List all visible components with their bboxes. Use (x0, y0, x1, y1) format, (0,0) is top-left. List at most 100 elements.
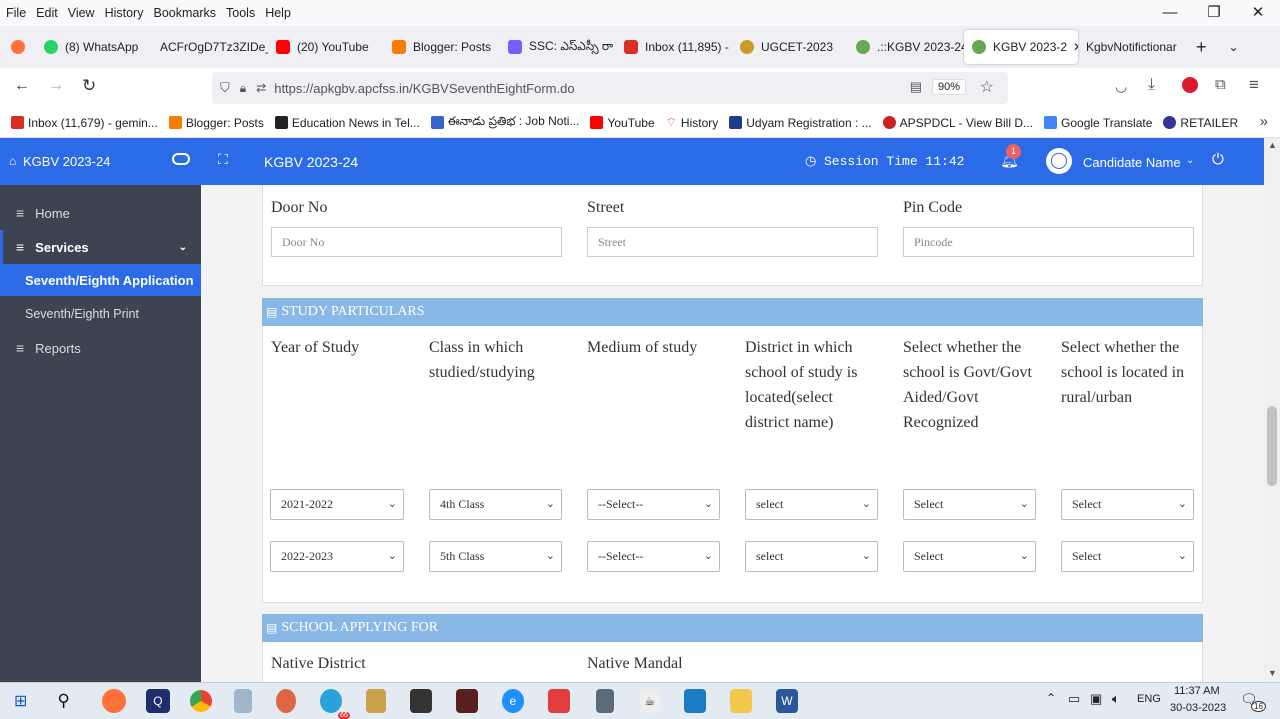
user-name[interactable]: Candidate Name (1083, 155, 1181, 170)
clock-date[interactable]: 30-03-2023 (1170, 702, 1226, 714)
district-select-row1[interactable]: select ⌄ (745, 489, 878, 520)
ie-icon[interactable]: e (501, 689, 524, 713)
chevron-up-icon[interactable]: ⌃ (1046, 691, 1056, 705)
district-select-row2[interactable]: select ⌄ (745, 541, 878, 572)
scrollbar-thumb[interactable] (1267, 406, 1277, 486)
school-type-select-row2[interactable]: Select ⌄ (903, 541, 1036, 572)
rural-urban-select-row1[interactable]: Select ⌄ (1061, 489, 1194, 520)
zoom-level[interactable]: 90% (931, 79, 966, 95)
tab-kgbv-1[interactable]: .::KGBV 2023-24 (848, 30, 964, 64)
brush-icon[interactable] (365, 689, 386, 713)
pincode-input[interactable]: Pincode (903, 227, 1194, 257)
opera-icon[interactable] (1182, 77, 1198, 93)
tab-blogger[interactable]: Blogger: Posts (384, 30, 500, 64)
bookmark-retailer[interactable]: RETAILER (1163, 116, 1238, 130)
sidebar-item-seventh-print[interactable]: Seventh/Eighth Print (0, 297, 201, 331)
street-input[interactable]: Street (587, 227, 878, 257)
app-taskbar-icon[interactable]: Q (145, 689, 170, 713)
back-icon[interactable]: ← (14, 77, 30, 95)
menu-view[interactable]: View (68, 6, 95, 20)
chrome-icon[interactable] (189, 690, 212, 712)
menu-edit[interactable]: Edit (36, 6, 58, 20)
remote-desktop-icon[interactable] (683, 689, 706, 713)
school-type-select-row1[interactable]: Select ⌄ (903, 489, 1036, 520)
windows-start-icon[interactable]: ⊞ (14, 691, 27, 711)
bookmark-google-translate[interactable]: Google Translate (1044, 116, 1152, 130)
scroll-up-icon[interactable]: ▲ (1268, 140, 1277, 150)
app-brand[interactable]: KGBV 2023-24 (23, 154, 110, 169)
close-window-icon[interactable]: ✕ (1236, 0, 1280, 26)
bookmark-udyam[interactable]: Udyam Registration : ... (729, 116, 872, 130)
sidebar-toggle-icon[interactable] (172, 153, 190, 165)
sidebar-item-seventh-application[interactable]: Seventh/Eighth Application (0, 264, 201, 296)
bookmark-eenadu[interactable]: ఈనాడు ప్రతిభ : Job Noti... (430, 114, 579, 131)
bookmark-star-icon[interactable]: ☆ (980, 77, 994, 97)
bookmark-apspdcl[interactable]: APSPDCL - View Bill D... (882, 116, 1033, 130)
sidebar-item-reports[interactable]: ≡ Reports (0, 331, 201, 365)
reload-icon[interactable]: ↻ (82, 76, 96, 96)
menu-help[interactable]: Help (265, 6, 291, 20)
sidebar-item-home[interactable]: ≡ Home (0, 196, 201, 230)
medium-select-row1[interactable]: --Select-- ⌄ (587, 489, 720, 520)
medium-select-row2[interactable]: --Select-- ⌄ (587, 541, 720, 572)
power-icon[interactable]: ⏻ (1212, 151, 1224, 168)
bookmark-blogger[interactable]: Blogger: Posts (168, 116, 264, 130)
year-select-row1[interactable]: 2021-2022 ⌄ (270, 489, 404, 520)
extensions-icon[interactable]: ⧉ (1215, 76, 1226, 93)
coffee-icon[interactable]: ☕︎ (639, 689, 660, 713)
volume-icon[interactable]: 🔈︎ (1112, 691, 1120, 707)
scroll-down-icon[interactable]: ▼ (1268, 668, 1277, 678)
bookmark-gmail[interactable]: Inbox (11,679) - gemin... (11, 116, 158, 130)
address-bar[interactable]: ⛉ 🔒︎ ⇄ https://apkgbv.apcfss.in/KGBVSeve… (212, 72, 1008, 104)
class-select-row1[interactable]: 4th Class ⌄ (429, 489, 562, 520)
menu-bookmarks[interactable]: Bookmarks (153, 6, 216, 20)
tab-gmail[interactable]: Inbox (11,895) - (616, 30, 732, 64)
file-explorer-icon[interactable] (729, 689, 752, 713)
language-indicator[interactable]: ENG (1137, 693, 1161, 705)
rural-urban-select-row2[interactable]: Select ⌄ (1061, 541, 1194, 572)
pocket-icon[interactable]: ◡ (1115, 78, 1127, 95)
menu-file[interactable]: File (6, 6, 26, 20)
tab-document[interactable]: ACFrOgD7Tz3ZIDe_ (152, 30, 268, 64)
fullscreen-icon[interactable]: ⛶ (218, 151, 228, 168)
class-select-row2[interactable]: 5th Class ⌄ (429, 541, 562, 572)
door-no-input[interactable]: Door No (271, 227, 562, 257)
tab-kgbv-active[interactable]: KGBV 2023-2✕ (964, 30, 1078, 64)
download-icon[interactable]: ⤓ (1148, 76, 1155, 94)
network-icon[interactable]: ▣ (1090, 691, 1102, 707)
more-bookmarks-icon[interactable]: » (1260, 113, 1268, 130)
calculator-icon[interactable] (595, 689, 614, 713)
tab-ssc[interactable]: SSC: ఎస్ఎస్సీ రా (500, 30, 616, 64)
maximize-icon[interactable]: ❐ (1192, 0, 1236, 26)
firefox-taskbar-icon[interactable] (101, 689, 126, 713)
tab-ugcet[interactable]: UGCET-2023 (732, 30, 848, 64)
word-icon[interactable]: W (775, 689, 798, 713)
editor-icon[interactable] (455, 689, 478, 713)
tab-kgbv-notification[interactable]: KgbvNotifictionar (1078, 30, 1190, 64)
telegram-icon[interactable]: 66 (319, 689, 350, 719)
sidebar-item-services[interactable]: ≡ Services ⌄ (0, 230, 201, 264)
tab-youtube[interactable]: (20) YouTube (268, 30, 384, 64)
new-tab-icon[interactable]: + (1196, 37, 1207, 58)
battery-icon[interactable]: ▭ (1068, 691, 1080, 707)
anydesk-icon[interactable] (547, 689, 570, 713)
page-scrollbar[interactable]: ▲ ▼ (1264, 138, 1280, 682)
bookmark-youtube[interactable]: YouTube (590, 116, 655, 130)
app-menu-icon[interactable]: ≡ (1249, 75, 1259, 95)
tab-whatsapp[interactable]: (8) WhatsApp (36, 30, 152, 64)
menu-history[interactable]: History (105, 6, 144, 20)
notepad-icon[interactable] (233, 689, 252, 713)
bookmark-history[interactable]: ⌔ History (666, 115, 719, 130)
clock-time[interactable]: 11:37 AM (1174, 685, 1220, 697)
paint-icon[interactable] (275, 689, 296, 713)
media-icon[interactable] (409, 689, 432, 713)
forward-icon[interactable]: → (48, 77, 64, 95)
minimize-icon[interactable]: — (1148, 0, 1192, 26)
chevron-down-icon[interactable]: ⌄ (1186, 155, 1194, 166)
tab-firefox-view[interactable] (0, 30, 36, 64)
year-select-row2[interactable]: 2022-2023 ⌄ (270, 541, 404, 572)
search-icon[interactable]: ⚲ (57, 691, 69, 711)
reader-view-icon[interactable]: ▤ (910, 79, 922, 95)
tab-list-icon[interactable]: ⌄ (1229, 40, 1239, 54)
bookmark-education-news[interactable]: Education News in Tel... (274, 116, 420, 130)
